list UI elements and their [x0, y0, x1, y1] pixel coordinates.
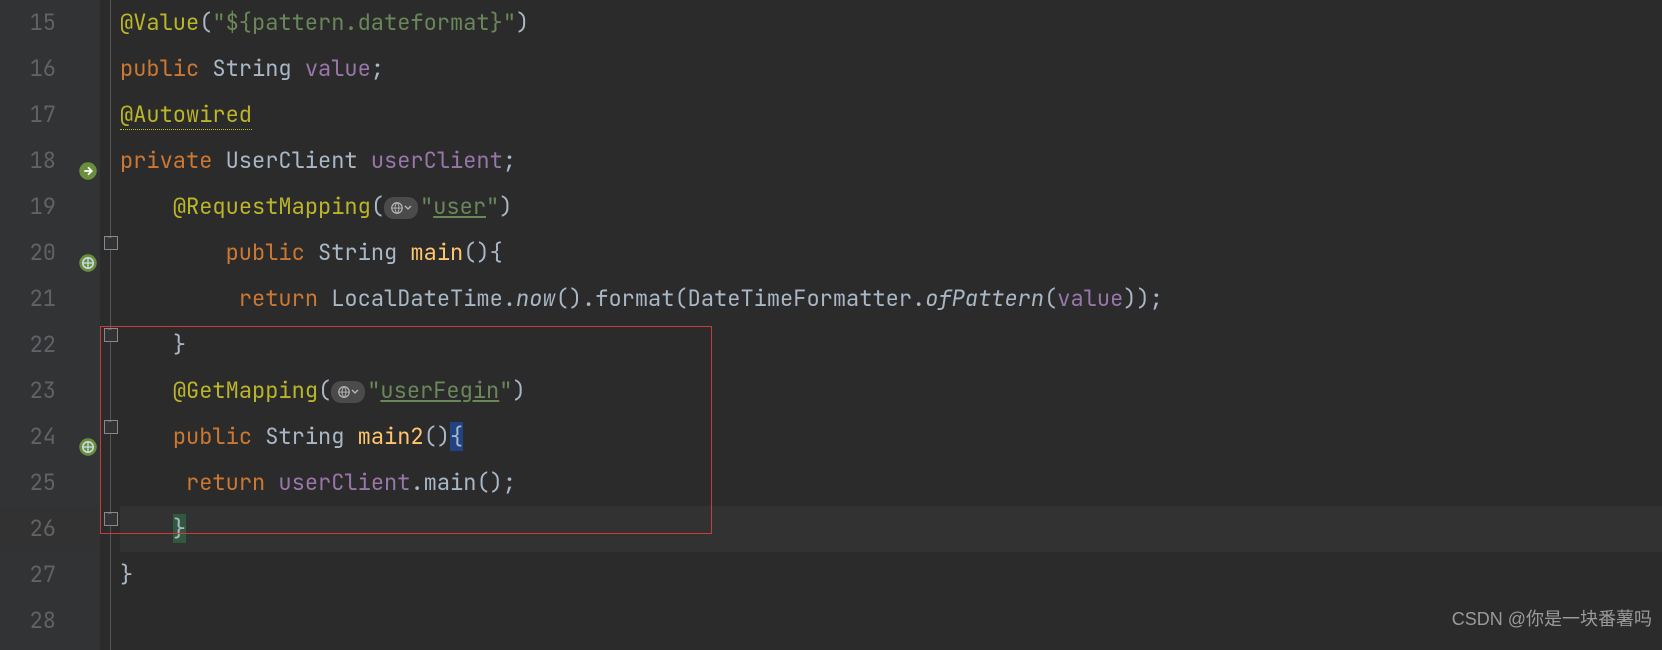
fold-toggle-icon[interactable]	[104, 420, 118, 434]
watermark: CSDN @你是一块番薯吗	[1452, 596, 1652, 642]
line-number: 28	[30, 598, 56, 644]
code-line[interactable]: return LocalDateTime.now().format(DateTi…	[120, 276, 1662, 322]
line-number: 15	[30, 0, 56, 46]
bean-injected-icon[interactable]	[78, 151, 98, 171]
line-number: 18	[30, 138, 56, 184]
code-line[interactable]: }	[120, 506, 1662, 552]
code-line[interactable]: public String main2(){	[120, 414, 1662, 460]
line-number: 26	[30, 506, 56, 552]
web-endpoint-icon[interactable]	[78, 243, 98, 263]
line-number: 24	[30, 414, 56, 460]
code-line[interactable]: public String value;	[120, 46, 1662, 92]
fold-toggle-icon[interactable]	[104, 236, 118, 250]
fold-column	[100, 0, 120, 650]
code-line[interactable]	[120, 598, 1662, 644]
url-hint-icon[interactable]	[331, 381, 365, 403]
code-line[interactable]: return userClient.main();	[120, 460, 1662, 506]
web-endpoint-icon[interactable]	[78, 427, 98, 447]
line-number: 25	[30, 460, 56, 506]
line-number: 19	[30, 184, 56, 230]
fold-toggle-icon[interactable]	[104, 512, 118, 526]
line-number: 16	[30, 46, 56, 92]
line-number: 22	[30, 322, 56, 368]
line-number: 23	[30, 368, 56, 414]
code-area[interactable]: @Value("${pattern.dateformat}") public S…	[120, 0, 1662, 644]
code-line[interactable]: @GetMapping("userFegin")	[120, 368, 1662, 414]
code-line[interactable]: @Value("${pattern.dateformat}")	[120, 0, 1662, 46]
line-number: 17	[30, 92, 56, 138]
code-line[interactable]: @RequestMapping("user")	[120, 184, 1662, 230]
line-number: 20	[30, 230, 56, 276]
code-line[interactable]: }	[120, 552, 1662, 598]
gutter: 15 16 17 18 19 20 21 22 23 24 25 26 27 2…	[0, 0, 100, 650]
code-line[interactable]: public String main(){	[120, 230, 1662, 276]
code-line[interactable]: }	[120, 322, 1662, 368]
code-editor[interactable]: { "lines": { "n15":"15","n16":"16","n17"…	[0, 0, 1662, 650]
code-line[interactable]: @Autowired	[120, 92, 1662, 138]
line-number: 27	[30, 552, 56, 598]
line-number: 21	[30, 276, 56, 322]
url-hint-icon[interactable]	[384, 197, 418, 219]
fold-toggle-icon[interactable]	[104, 328, 118, 342]
code-line[interactable]: private UserClient userClient;	[120, 138, 1662, 184]
